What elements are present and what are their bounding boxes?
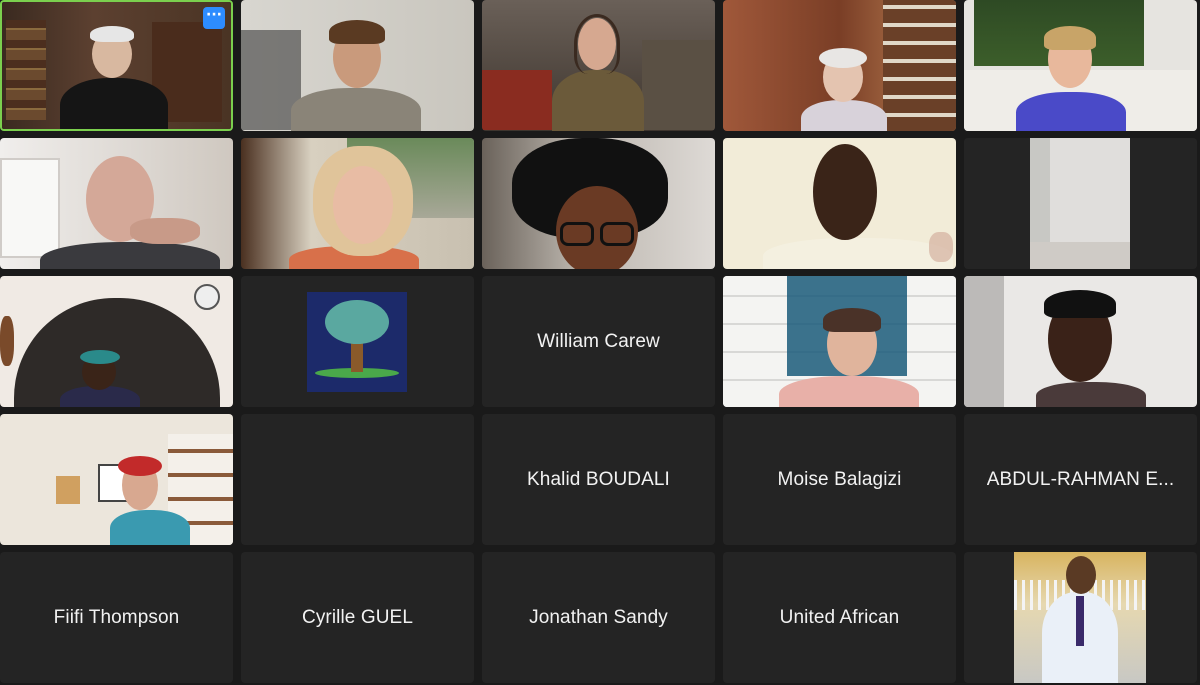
participant-tile-12[interactable] [241,276,474,407]
participant-tile-15[interactable] [964,276,1197,407]
participant-video [0,414,233,545]
tree-avatar-image [307,292,407,392]
participant-video [964,276,1197,407]
participant-video [723,138,956,269]
participant-tile-18[interactable]: Khalid BOUDALI [482,414,715,545]
participant-tile-11[interactable] [0,276,233,407]
participant-tile-4[interactable] [723,0,956,131]
participant-name: Fiifi Thompson [53,606,180,628]
participant-video [2,2,231,129]
participant-tile-17[interactable] [241,414,474,545]
participant-tile-7[interactable] [241,138,474,269]
participant-tile-24[interactable]: United African [723,552,956,683]
participant-tile-14[interactable] [723,276,956,407]
participant-photo [1014,552,1146,683]
participant-tile-2[interactable] [241,0,474,131]
participant-video [723,0,956,131]
participant-tile-10[interactable] [964,138,1197,269]
participant-tile-8[interactable] [482,138,715,269]
participant-tile-16[interactable] [0,414,233,545]
participant-video [0,276,233,407]
participant-tile-19[interactable]: Moise Balagizi [723,414,956,545]
participant-name: Moise Balagizi [777,468,902,490]
participant-tile-5[interactable] [964,0,1197,131]
participant-tile-1[interactable]: ··· [0,0,233,131]
participant-tile-21[interactable]: Fiifi Thompson [0,552,233,683]
participant-video [482,138,715,269]
participant-tile-23[interactable]: Jonathan Sandy [482,552,715,683]
participant-tile-22[interactable]: Cyrille GUEL [241,552,474,683]
participant-name: William Carew [537,330,660,352]
participant-video [241,138,474,269]
participant-video [964,0,1197,131]
participant-video [964,138,1197,269]
participant-name: ABDUL-RAHMAN E... [986,468,1175,490]
participant-tile-6[interactable] [0,138,233,269]
participant-tile-9[interactable] [723,138,956,269]
gallery-view: ··· William Carew Khalid BOUDALI Moise B… [0,0,1200,685]
participant-video [482,0,715,131]
participant-video [0,138,233,269]
participant-name: Jonathan Sandy [529,606,668,628]
more-options-icon[interactable]: ··· [203,7,225,29]
participant-name: Cyrille GUEL [302,606,413,628]
participant-video [241,0,474,131]
participant-tile-3[interactable] [482,0,715,131]
participant-tile-25[interactable] [964,552,1197,683]
participant-tile-13[interactable]: William Carew [482,276,715,407]
participant-video [723,276,956,407]
participant-tile-20[interactable]: ABDUL-RAHMAN E... [964,414,1197,545]
participant-name: United African [779,606,900,628]
participant-name: Khalid BOUDALI [527,468,670,490]
